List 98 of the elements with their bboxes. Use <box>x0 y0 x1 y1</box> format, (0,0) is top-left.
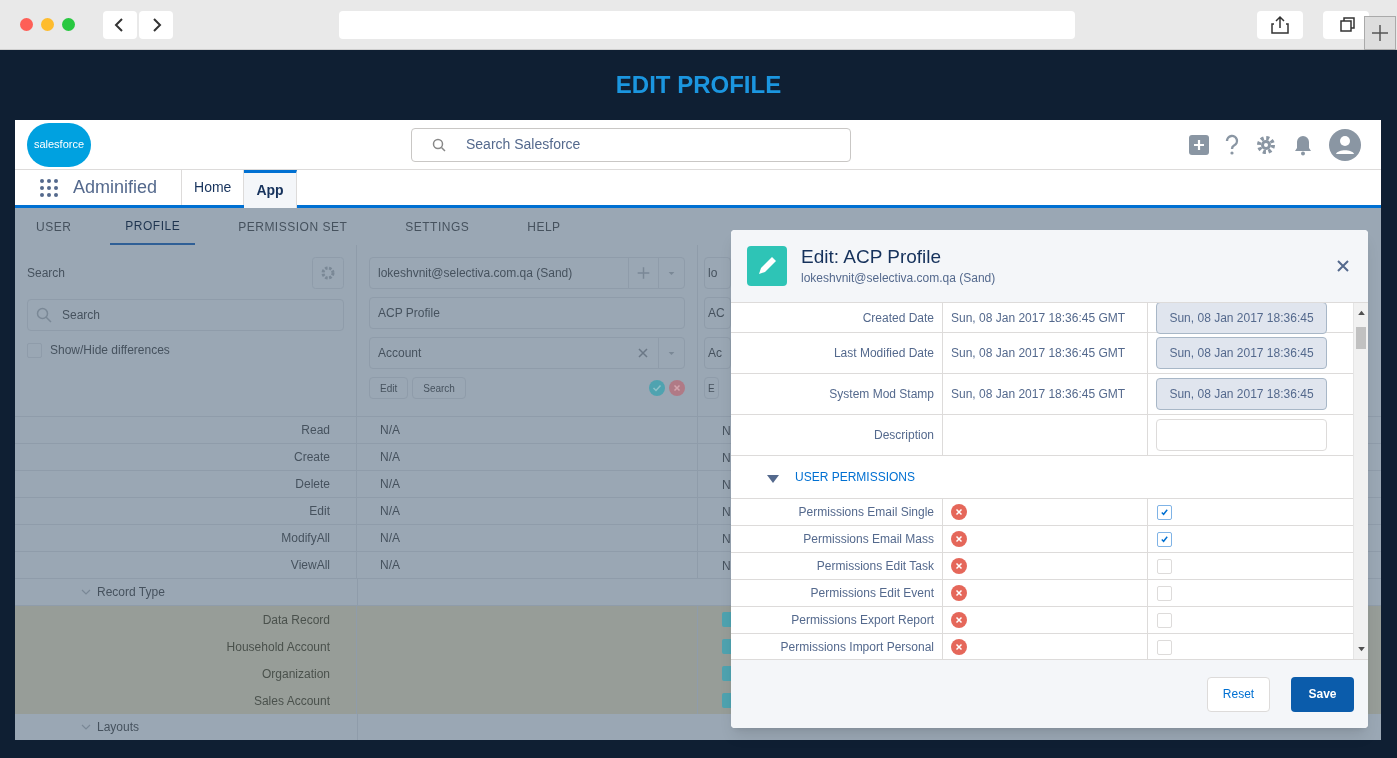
close-icon[interactable] <box>1336 259 1350 273</box>
field-value: Sun, 08 Jan 2017 18:36:45 GMT <box>951 345 1126 362</box>
field-label: Last Modified Date <box>833 345 934 362</box>
row-label: Data Record <box>262 611 330 629</box>
search-field[interactable]: Search Salesforce <box>411 127 851 162</box>
checkbox[interactable] <box>722 639 731 654</box>
window-control-icon[interactable] <box>62 18 75 31</box>
table-cell: N <box>722 424 731 438</box>
checkbox[interactable] <box>722 693 731 708</box>
org-select[interactable]: lokeshvnit@selectiva.com.qa (Sand) <box>369 257 685 289</box>
scroll-down-icon[interactable] <box>1357 647 1365 652</box>
scroll-up-icon[interactable] <box>1357 310 1365 315</box>
checkbox[interactable] <box>1157 531 1172 547</box>
window-control-icon[interactable] <box>20 18 33 31</box>
table-cell-text: N/A <box>380 476 400 493</box>
field-label: System Mod Stamp <box>829 386 934 403</box>
chevron-icon[interactable] <box>81 722 91 732</box>
back-icon[interactable] <box>103 10 137 39</box>
bell-icon[interactable] <box>1293 133 1313 156</box>
scrollbar[interactable] <box>1353 303 1368 659</box>
action-button[interactable]: Search <box>412 377 466 399</box>
table-cell-text: N/A <box>380 503 400 520</box>
modal-subtitle: lokeshvnit@selectiva.com.qa (Sand) <box>801 270 997 287</box>
error-circle-icon[interactable] <box>669 380 685 396</box>
save-button[interactable]: Save <box>1291 676 1354 712</box>
chevron-icon[interactable] <box>81 587 91 597</box>
table-cell: N <box>722 559 731 573</box>
table-cell: N <box>722 532 731 546</box>
object-select[interactable]: Account <box>369 337 685 369</box>
group-label: Record Type <box>97 584 165 601</box>
table-cell: N <box>722 505 731 519</box>
tabs-icon[interactable] <box>1323 10 1369 39</box>
profile-field[interactable]: ACP Profile <box>369 297 685 329</box>
new-tab-icon[interactable] <box>1364 16 1396 50</box>
table-cell-text: N/A <box>380 530 400 547</box>
checkbox[interactable] <box>722 612 731 627</box>
search-icon <box>432 137 446 152</box>
settings-icon[interactable] <box>1255 133 1277 156</box>
action-button[interactable]: E <box>704 377 719 399</box>
field-value: Sun, 08 Jan 2017 18:36:45 GMT <box>951 309 1126 327</box>
search-field[interactable]: Search <box>27 299 344 331</box>
nav-tab[interactable]: App <box>244 170 297 208</box>
scrollbar-thumb[interactable] <box>1356 327 1366 349</box>
window-control-icon[interactable] <box>41 18 54 31</box>
app-name: Adminified <box>73 176 158 199</box>
reset-button[interactable]: Reset <box>1207 676 1270 712</box>
row-label: Organization <box>261 665 330 683</box>
row-label: Edit <box>309 503 330 520</box>
tab[interactable]: PERMISSION SET <box>223 208 363 245</box>
check-circle-icon[interactable] <box>649 380 665 396</box>
field-label: Created Date <box>862 309 934 327</box>
share-icon[interactable] <box>1257 10 1303 39</box>
group-label: Layouts <box>97 719 140 736</box>
row-label: Delete <box>295 476 330 493</box>
table-cell-text: N/A <box>380 422 400 439</box>
row-label: Create <box>293 449 330 466</box>
check-icon <box>1160 534 1169 544</box>
table-cell: N <box>722 451 731 465</box>
row-label: Household Account <box>226 638 330 656</box>
add-icon[interactable] <box>1189 134 1209 155</box>
permission-label: Permissions Edit Task <box>816 558 934 575</box>
permission-label: Permissions Email Mass <box>803 531 934 548</box>
forward-icon[interactable] <box>139 10 173 39</box>
search-label: Search <box>27 265 66 282</box>
tab[interactable]: SETTINGS <box>390 208 485 245</box>
row-label: ViewAll <box>290 557 330 574</box>
pencil-icon <box>747 246 787 286</box>
action-button[interactable]: Edit <box>369 377 409 399</box>
permission-label: Permissions Email Single <box>798 504 934 521</box>
row-label: Sales Account <box>253 692 330 710</box>
field-value: Sun, 08 Jan 2017 18:36:45 GMT <box>951 386 1126 403</box>
section-title[interactable]: USER PERMISSIONS <box>795 468 916 486</box>
row-label: Read <box>301 422 330 439</box>
field-label: Description <box>873 427 934 444</box>
input-field[interactable] <box>1156 419 1327 451</box>
checkbox-label: Show/Hide differences <box>50 342 170 359</box>
tab[interactable]: HELP <box>512 208 576 245</box>
page-title: EDIT PROFILE <box>614 70 783 100</box>
modal-title: Edit: ACP Profile <box>801 245 943 269</box>
permission-label: Permissions Import Personal <box>780 639 934 656</box>
collapse-icon[interactable] <box>767 475 779 483</box>
table-cell: N <box>722 478 731 492</box>
permission-label: Permissions Export Report <box>791 612 934 629</box>
table-cell-text: N/A <box>380 557 400 574</box>
help-icon[interactable] <box>1225 133 1239 156</box>
search-icon <box>36 307 52 323</box>
table-cell-text: N/A <box>380 449 400 466</box>
check-icon <box>1160 507 1169 517</box>
tab[interactable]: PROFILE <box>110 208 196 245</box>
settings-icon[interactable] <box>312 257 344 289</box>
avatar-icon[interactable] <box>1329 128 1361 161</box>
app-launcher-icon[interactable] <box>39 177 59 198</box>
checkbox[interactable] <box>722 666 731 681</box>
tab[interactable]: USER <box>21 208 87 245</box>
checkbox[interactable] <box>1157 504 1172 520</box>
row-label: ModifyAll <box>281 530 330 547</box>
logo-cloud[interactable]: salesforce <box>27 122 91 167</box>
permission-label: Permissions Edit Event <box>810 585 934 602</box>
